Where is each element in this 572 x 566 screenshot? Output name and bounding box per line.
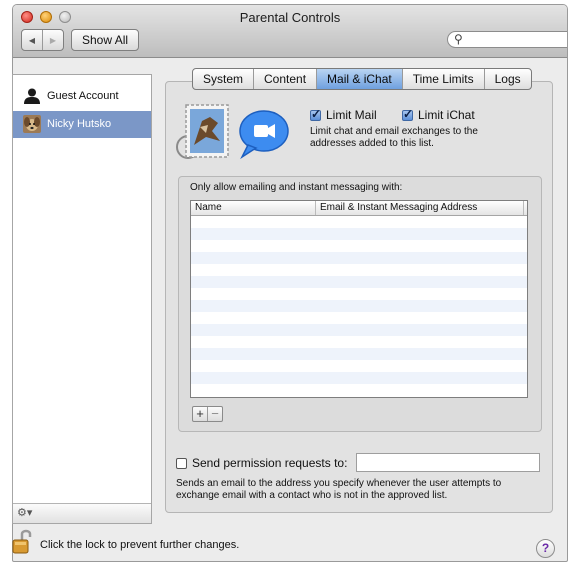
person-silhouette-icon (24, 88, 40, 104)
column-header-address[interactable]: Email & Instant Messaging Address (315, 201, 477, 215)
show-all-button[interactable]: Show All (71, 29, 140, 51)
table-row (191, 252, 527, 264)
tab-logs[interactable]: Logs (483, 69, 531, 89)
table-row (191, 240, 527, 252)
permission-email-field[interactable] (356, 453, 540, 472)
title-bar: Parental Controls ◀ ▶ Show All ⚲ (13, 5, 567, 58)
table-row (191, 216, 527, 228)
table-row (191, 384, 527, 396)
lock-icon[interactable] (12, 528, 34, 554)
table-row (191, 336, 527, 348)
ichat-bubble-icon (239, 110, 289, 160)
search-icon: ⚲ (454, 32, 463, 46)
user-list-item-guest[interactable]: Guest Account (13, 83, 151, 110)
back-arrow-icon[interactable]: ◀ (22, 30, 42, 50)
tab-time-limits[interactable]: Time Limits (401, 69, 484, 89)
user-list-item-nicky[interactable]: Nicky Hutsko (13, 111, 151, 138)
mail-stamp-icon (176, 104, 229, 159)
table-row (191, 264, 527, 276)
table-row (191, 228, 527, 240)
table-row (191, 324, 527, 336)
tab-system[interactable]: System (193, 69, 253, 89)
sidebar-footer: ⚙▾ (13, 503, 151, 523)
checkbox-box[interactable] (176, 457, 187, 469)
user-name: Guest Account (47, 90, 119, 102)
help-button[interactable]: ? (536, 539, 555, 558)
remove-contact-button[interactable]: − (207, 407, 222, 421)
table-row (191, 300, 527, 312)
limit-ichat-label: Limit iChat (418, 108, 475, 122)
limit-mail-checkbox[interactable]: Limit Mail (310, 107, 377, 122)
table-body (191, 216, 527, 396)
limit-mail-label: Limit Mail (326, 108, 377, 122)
permission-description: Sends an email to the address you specif… (176, 478, 502, 501)
allowed-contacts-label: Only allow emailing and instant messagin… (190, 182, 403, 193)
search-field[interactable]: ⚲ (447, 31, 567, 48)
table-row (191, 288, 527, 300)
table-row (191, 312, 527, 324)
column-header-name[interactable]: Name (195, 201, 222, 215)
table-header: Name Email & Instant Messaging Address (191, 201, 527, 216)
forward-arrow-icon[interactable]: ▶ (42, 30, 63, 50)
tab-mail-ichat[interactable]: Mail & iChat (316, 69, 402, 89)
tab-bar: System Content Mail & iChat Time Limits … (192, 68, 532, 90)
table-row (191, 348, 527, 360)
gear-icon[interactable]: ⚙▾ (17, 505, 32, 522)
back-forward-control: ◀ ▶ (21, 29, 64, 51)
table-row (191, 372, 527, 384)
send-permission-label: Send permission requests to: (192, 456, 348, 470)
checkbox-box[interactable] (310, 107, 321, 121)
limit-ichat-checkbox[interactable]: Limit iChat (402, 107, 475, 122)
table-row (191, 360, 527, 372)
add-contact-button[interactable]: + (193, 407, 207, 421)
lock-message: Click the lock to prevent further change… (40, 539, 240, 551)
allowed-contacts-table[interactable]: Name Email & Instant Messaging Address (190, 200, 528, 398)
user-name: Nicky Hutsko (47, 118, 112, 130)
mail-ichat-icons (176, 104, 289, 160)
checkbox-box[interactable] (402, 107, 413, 121)
add-remove-buttons: + − (192, 406, 223, 422)
limit-description: Limit chat and email exchanges to the ad… (310, 126, 478, 149)
tab-content[interactable]: Content (253, 69, 316, 89)
dog-avatar-icon (23, 115, 41, 133)
window-title: Parental Controls (239, 10, 341, 25)
table-row (191, 276, 527, 288)
column-divider (523, 201, 527, 215)
send-permission-checkbox[interactable]: Send permission requests to: (176, 456, 347, 470)
user-list: Guest Account Nicky Hutsko ⚙▾ (12, 74, 152, 524)
